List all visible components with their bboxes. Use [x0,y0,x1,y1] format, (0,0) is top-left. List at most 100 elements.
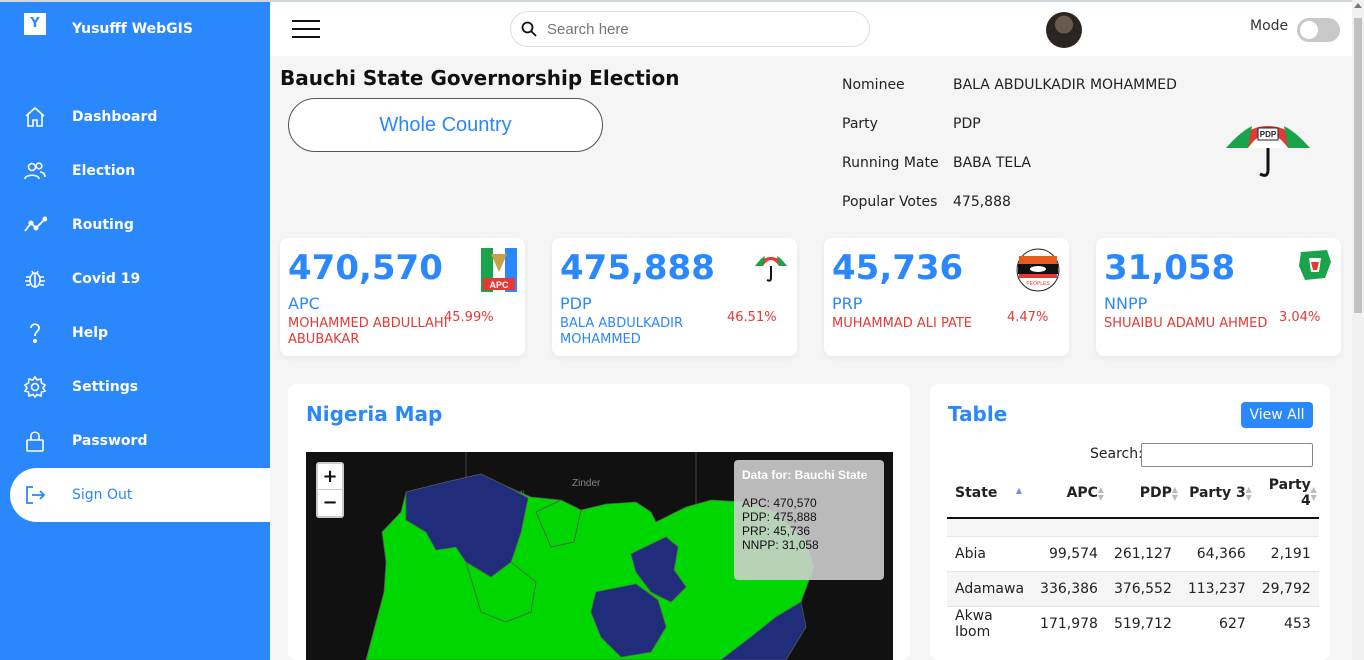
map-panel: Nigeria Map Zinder Maradi + − [288,384,910,660]
cell-apc: 171,978 [1032,605,1106,641]
map-title: Nigeria Map [306,402,443,426]
gear-icon [22,374,48,400]
prp-logo-icon: PEOPLES [1015,248,1061,292]
route-icon [22,212,48,238]
sidebar-item-covid[interactable]: Covid 19 [0,252,270,306]
sign-out-icon [22,482,48,508]
card-votes: 45,736 [832,248,964,288]
table-search-input[interactable] [1141,443,1313,467]
cell-state: Adamawa [947,570,1033,606]
party-card-prp[interactable]: 45,736 PRP MUHAMMAD ALI PATE 4.47% PEOPL… [824,238,1069,356]
map-tooltip: Data for: Bauchi State APC: 470,570 PDP:… [734,460,884,580]
card-candidate: MOHAMMED ABDULLAHI ABUBAKAR [288,316,448,347]
svg-text:APC: APC [489,280,509,290]
lock-icon [22,428,48,454]
bug-icon [22,266,48,292]
party-label: Party [842,116,878,132]
cell-party-4: 2,191 [1253,535,1319,571]
nnpp-logo-icon [1297,248,1333,292]
sidebar-item-dashboard[interactable]: Dashboard [0,90,270,144]
page-title: Bauchi State Governorship Election [280,66,680,90]
cell-party-3: 627 [1179,605,1254,641]
table-row[interactable]: Abia 99,574 261,127 64,366 2,191 [947,535,1319,571]
cell-pdp: 376,552 [1105,570,1180,606]
sidebar-item-routing[interactable]: Routing [0,198,270,252]
sidebar-nav: Dashboard Election Routing Covid 19 Help [0,90,270,522]
party-value: PDP [953,116,981,132]
header-label: Party 4 [1268,476,1311,509]
search-box [510,11,870,47]
topbar: Mode [270,2,1352,56]
menu-toggle-icon[interactable] [292,20,320,38]
nominee-label: Nominee [842,77,905,93]
scrollbar-thumb[interactable] [1354,18,1362,313]
sort-icon: ▲ ▼ [1310,485,1317,502]
cell-state: Akwa Ibom [947,605,1033,641]
results-table: State ▲ APC ▲ ▼ PDP ▲ ▼ Party 3 ▲ ▼ Party 4 ▲ ▼ A… [947,468,1319,641]
column-header-party-4[interactable]: Party 4 ▲ ▼ [1253,468,1319,519]
card-percent: 46.51% [727,310,777,325]
avatar[interactable] [1046,12,1082,48]
cell-party-3: 113,237 [1179,570,1254,606]
search-icon [521,21,537,37]
card-candidate: SHUAIBU ADAMU AHMED [1104,316,1268,331]
apc-logo-icon: APC [481,248,517,292]
popular-votes-label: Popular Votes [842,194,938,210]
tooltip-line: PRP: 45,736 [742,524,811,538]
tooltip-line: APC: 470,570 [742,496,817,510]
zoom-in-button[interactable]: + [318,464,342,490]
sidebar-item-label: Password [72,433,148,449]
table-row[interactable]: Adamawa 336,386 376,552 113,237 29,792 [947,570,1319,606]
cell-apc: 336,386 [1032,570,1106,606]
users-icon [22,158,48,184]
running-mate-value: BABA TELA [953,155,1031,171]
card-percent: 45.99% [444,310,494,325]
scroll-up-icon[interactable] [1354,3,1362,8]
column-header-state[interactable]: State ▲ [947,468,1033,519]
home-icon [22,104,48,130]
brand[interactable]: Y Yusufff WebGIS [24,13,193,37]
column-header-apc[interactable]: APC ▲ ▼ [1032,468,1106,519]
sidebar-item-password[interactable]: Password [0,414,270,468]
pdp-logo-icon [753,248,789,292]
header-label: APC [1066,484,1098,501]
map-place-label: Zinder [572,478,601,489]
header-label: Party 3 [1189,484,1246,501]
zoom-out-button[interactable]: − [318,490,342,516]
whole-country-button[interactable]: Whole Country [288,98,603,152]
table-row[interactable]: Akwa Ibom 171,978 519,712 627 453 [947,605,1319,641]
party-card-apc[interactable]: 470,570 APC MOHAMMED ABDULLAHI ABUBAKAR … [280,238,525,356]
popular-votes-row: Popular Votes 475,888 [842,189,1192,228]
sidebar-item-label: Routing [72,217,134,233]
sidebar-item-help[interactable]: Help [0,306,270,360]
sidebar-item-label: Election [72,163,136,179]
card-candidate: MUHAMMAD ALI PATE [832,316,973,331]
cell-party-4: 29,792 [1253,570,1319,606]
header-label: PDP [1139,484,1172,501]
cell-party-4: 453 [1253,605,1319,641]
sidebar-item-label: Settings [72,379,139,395]
column-header-pdp[interactable]: PDP ▲ ▼ [1105,468,1180,519]
map-zoom-control: + − [316,462,344,518]
table-title: Table [948,402,1008,426]
card-percent: 4.47% [1007,310,1049,325]
card-party: NNPP [1104,294,1148,313]
cell-pdp: 519,712 [1105,605,1180,641]
running-mate-row: Running Mate BABA TELA [842,150,1192,189]
sidebar-item-label: Dashboard [72,109,158,125]
nigeria-map[interactable]: Zinder Maradi + − Data for: Bauchi State… [306,452,893,660]
column-header-party-3[interactable]: Party 3 ▲ ▼ [1179,468,1254,519]
party-card-nnpp[interactable]: 31,058 NNPP SHUAIBU ADAMU AHMED 3.04% [1096,238,1341,356]
nominee-value: BALA ABDULKADIR MOHAMMED [953,77,1177,93]
party-card-pdp[interactable]: 475,888 PDP BALA ABDULKADIR MOHAMMED 46.… [552,238,797,356]
table-row [947,517,1319,536]
view-all-button[interactable]: View All [1241,402,1313,428]
sidebar-item-label: Sign Out [72,487,133,503]
pdp-logo-icon: PDP [1222,118,1314,184]
sidebar-item-sign-out[interactable]: Sign Out [10,468,270,522]
sidebar-item-settings[interactable]: Settings [0,360,270,414]
search-input[interactable] [547,20,847,38]
mode-toggle[interactable] [1297,18,1340,42]
card-votes: 31,058 [1104,248,1236,288]
sidebar-item-election[interactable]: Election [0,144,270,198]
